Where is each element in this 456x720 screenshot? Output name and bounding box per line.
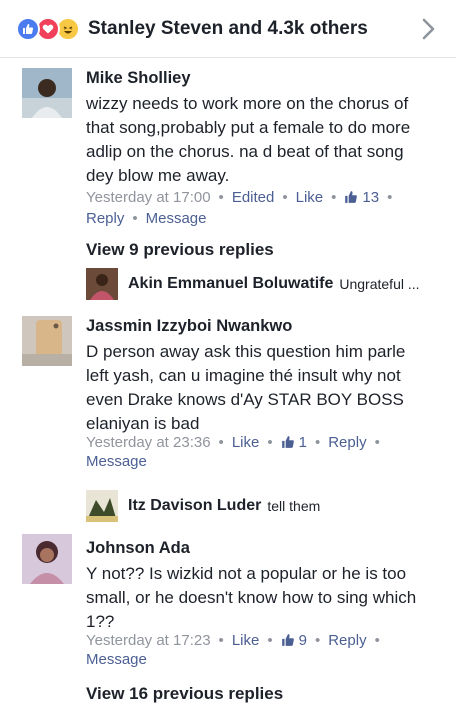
avatar[interactable] xyxy=(86,268,118,300)
edited-link[interactable]: Edited xyxy=(232,189,275,206)
like-count-value: 9 xyxy=(298,632,307,649)
like-button[interactable]: Like xyxy=(296,189,324,206)
reactors-summary[interactable]: Stanley Steven and 4.3k others xyxy=(88,17,368,41)
comment-author[interactable]: Jassmin Izzyboi Nwankwo xyxy=(86,317,292,336)
reply-text: Ungrateful ... xyxy=(339,276,420,292)
comment-timestamp: Yesterday at 23:36 xyxy=(86,434,211,451)
reaction-icons xyxy=(16,17,82,41)
comment-meta: Yesterday at 23:36 • Like • 1 • Reply • Message xyxy=(86,434,380,470)
like-count[interactable]: 9 xyxy=(281,632,307,649)
comment-meta: Yesterday at 17:23 • Like • 9 • Reply • Message xyxy=(86,632,380,668)
like-button[interactable]: Like xyxy=(232,434,260,451)
reply-button[interactable]: Reply xyxy=(328,434,366,451)
like-count[interactable]: 1 xyxy=(281,434,307,451)
avatar[interactable] xyxy=(22,316,72,366)
reply-button[interactable]: Reply xyxy=(328,632,366,649)
reply-author[interactable]: Akin Emmanuel Boluwatife xyxy=(128,275,333,293)
chevron-right-icon[interactable] xyxy=(418,16,438,42)
message-button[interactable]: Message xyxy=(146,210,207,227)
like-count[interactable]: 13 xyxy=(344,189,379,206)
view-previous-replies[interactable]: View 9 previous replies xyxy=(86,240,274,260)
comment-timestamp: Yesterday at 17:00 xyxy=(86,189,211,206)
comment-meta: Yesterday at 17:00 • Edited • Like • 13 • Reply •… xyxy=(86,189,393,227)
thumbs-up-icon xyxy=(281,634,294,646)
like-button[interactable]: Like xyxy=(232,632,260,649)
avatar[interactable] xyxy=(22,534,72,584)
like-count-value: 13 xyxy=(362,189,380,206)
thumbs-up-icon xyxy=(281,436,294,448)
thumbs-up-icon xyxy=(345,191,358,203)
view-previous-replies[interactable]: View 16 previous replies xyxy=(86,684,283,704)
comment-text: Y not?? Is wizkid not a popular or he is… xyxy=(86,564,417,631)
comment-author[interactable]: Mike Sholliey xyxy=(86,69,191,88)
comment-author[interactable]: Johnson Ada xyxy=(86,539,190,558)
reply-preview[interactable]: Akin Emmanuel Boluwatife Ungrateful ... xyxy=(86,268,420,300)
reply-button[interactable]: Reply xyxy=(86,210,124,227)
reply-preview[interactable]: Itz Davison Luder tell them xyxy=(86,490,320,522)
like-icon xyxy=(16,17,40,41)
avatar[interactable] xyxy=(86,490,118,522)
reactions-bar[interactable]: Stanley Steven and 4.3k others xyxy=(0,0,456,58)
avatar[interactable] xyxy=(22,68,72,118)
message-button[interactable]: Message xyxy=(86,651,147,668)
comment-timestamp: Yesterday at 17:23 xyxy=(86,632,211,649)
comment-text: wizzy needs to work more on the chorus o… xyxy=(86,94,411,185)
reply-text: tell them xyxy=(267,498,321,514)
reply-author[interactable]: Itz Davison Luder xyxy=(128,497,261,515)
like-count-value: 1 xyxy=(298,434,307,451)
comment-text: D person away ask this question him parl… xyxy=(86,342,406,433)
message-button[interactable]: Message xyxy=(86,453,147,470)
